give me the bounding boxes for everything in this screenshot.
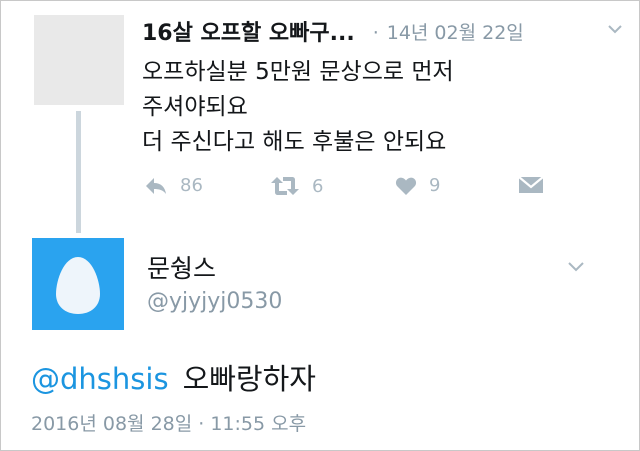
dm-action[interactable] bbox=[518, 175, 544, 195]
reply-handle[interactable]: @yjyjyj0530 bbox=[147, 289, 282, 314]
tweet-card: 16살 오프할 오빠구... · 14년 02월 22일 오프하실분 5만원 문상… bbox=[0, 0, 640, 451]
retweet-action[interactable]: 6 bbox=[270, 175, 323, 197]
reply-body-text: 오빠랑하자 bbox=[182, 362, 316, 396]
direct-message-icon bbox=[518, 176, 544, 193]
reply-action[interactable]: 86 bbox=[144, 175, 203, 196]
parent-tweet-date[interactable]: 14년 02월 22일 bbox=[387, 22, 524, 44]
default-egg-avatar-icon bbox=[56, 257, 100, 314]
mention-link[interactable]: @dhshsis bbox=[31, 362, 169, 396]
meta-separator: · bbox=[372, 21, 379, 44]
tweet-actions: 86 6 9 bbox=[142, 175, 582, 203]
parent-display-name[interactable]: 16살 오프할 오빠구... bbox=[142, 15, 355, 47]
parent-avatar[interactable] bbox=[34, 15, 124, 105]
thread-connector-line bbox=[76, 111, 81, 233]
chevron-down-icon[interactable] bbox=[607, 21, 623, 37]
tweet-text-line: 오프하실분 5만원 문상으로 먼저 bbox=[142, 59, 454, 85]
reply-tweet-text: @dhshsis 오빠랑하자 bbox=[31, 356, 316, 398]
parent-tweet-header: 16살 오프할 오빠구... · 14년 02월 22일 bbox=[142, 13, 619, 49]
reply-timestamp[interactable]: 2016년 08월 28일 · 11:55 오후 bbox=[31, 409, 306, 436]
chevron-down-icon[interactable] bbox=[567, 257, 585, 275]
like-action[interactable]: 9 bbox=[395, 175, 440, 196]
reply-count: 86 bbox=[180, 175, 203, 196]
tweet-text-line: 더 주신다고 해도 후불은 안되요 bbox=[142, 129, 447, 155]
reply-avatar[interactable] bbox=[32, 238, 124, 330]
reply-display-name[interactable]: 문쉉스 bbox=[147, 249, 216, 285]
parent-tweet-text: 오프하실분 5만원 문상으로 먼저 주셔야되요 더 주신다고 해도 후불은 안되… bbox=[142, 55, 602, 160]
heart-icon bbox=[395, 177, 417, 195]
tweet-text-line: 주셔야되요 bbox=[142, 94, 248, 120]
parent-tweet-meta: · 14년 02월 22일 bbox=[373, 18, 524, 45]
reply-icon bbox=[146, 177, 166, 194]
retweet-icon bbox=[271, 177, 299, 195]
like-count: 9 bbox=[429, 175, 441, 196]
retweet-count: 6 bbox=[312, 175, 324, 197]
